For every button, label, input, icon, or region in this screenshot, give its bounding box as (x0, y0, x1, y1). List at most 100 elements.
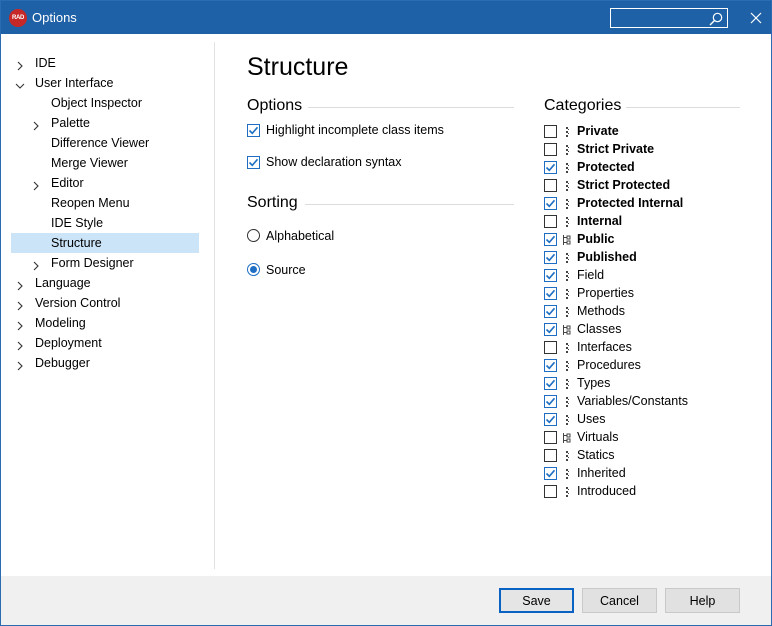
search-icon[interactable] (708, 11, 724, 27)
tree-item-language[interactable]: Language (11, 273, 199, 293)
category-internal[interactable]: Internal (544, 213, 744, 231)
vertical-dots-icon (562, 252, 571, 264)
show-declaration-option[interactable]: Show declaration syntax (247, 155, 507, 173)
chevron-right-icon[interactable] (15, 58, 25, 71)
category-uses[interactable]: Uses (544, 411, 744, 429)
chevron-right-icon[interactable] (15, 338, 25, 351)
tree-item-object-inspector[interactable]: Object Inspector (11, 93, 199, 113)
tree-item-label: IDE Style (51, 216, 104, 230)
category-checkbox[interactable] (544, 233, 557, 246)
tree-item-modeling[interactable]: Modeling (11, 313, 199, 333)
category-virtuals[interactable]: Virtuals (544, 429, 744, 447)
category-checkbox[interactable] (544, 395, 557, 408)
help-button[interactable]: Help (665, 588, 740, 613)
category-methods[interactable]: Methods (544, 303, 744, 321)
sort-source-option[interactable]: Source (247, 263, 447, 281)
highlight-incomplete-checkbox[interactable] (247, 124, 260, 137)
sorting-heading-rule (305, 204, 514, 205)
category-label: Classes (577, 322, 622, 336)
category-procedures[interactable]: Procedures (544, 357, 744, 375)
category-variables-constants[interactable]: Variables/Constants (544, 393, 744, 411)
tree-item-user-interface[interactable]: User Interface (11, 73, 199, 93)
tree-item-merge-viewer[interactable]: Merge Viewer (11, 153, 199, 173)
category-public[interactable]: Public (544, 231, 744, 249)
tree-item-editor[interactable]: Editor (11, 173, 199, 193)
chevron-right-icon[interactable] (31, 118, 41, 131)
tree-item-label: IDE (35, 56, 56, 70)
highlight-incomplete-option[interactable]: Highlight incomplete class items (247, 123, 507, 141)
category-checkbox[interactable] (544, 305, 557, 318)
chevron-down-icon[interactable] (15, 78, 25, 89)
category-checkbox[interactable] (544, 431, 557, 444)
category-label: Strict Protected (577, 178, 671, 192)
category-checkbox[interactable] (544, 161, 557, 174)
category-checkbox[interactable] (544, 197, 557, 210)
category-checkbox[interactable] (544, 251, 557, 264)
cancel-button[interactable]: Cancel (582, 588, 657, 613)
category-interfaces[interactable]: Interfaces (544, 339, 744, 357)
chevron-right-icon[interactable] (15, 278, 25, 291)
options-tree[interactable]: IDE User Interface Object Inspector Palette… (11, 53, 211, 373)
sort-alphabetical-option[interactable]: Alphabetical (247, 229, 447, 247)
category-checkbox[interactable] (544, 179, 557, 192)
source-radio[interactable] (247, 263, 260, 276)
checkmark-icon (545, 253, 556, 262)
alphabetical-radio[interactable] (247, 229, 260, 242)
chevron-right-icon[interactable] (31, 258, 41, 271)
category-introduced[interactable]: Introduced (544, 483, 744, 501)
tree-item-ide[interactable]: IDE (11, 53, 199, 73)
tree-item-label: Palette (51, 116, 90, 130)
category-strict-private[interactable]: Strict Private (544, 141, 744, 159)
tree-item-form-designer[interactable]: Form Designer (11, 253, 199, 273)
tree-item-deployment[interactable]: Deployment (11, 333, 199, 353)
tree-item-debugger[interactable]: Debugger (11, 353, 199, 373)
category-checkbox[interactable] (544, 269, 557, 282)
category-checkbox[interactable] (544, 323, 557, 336)
category-checkbox[interactable] (544, 287, 557, 300)
tree-item-structure[interactable]: Structure (11, 233, 199, 253)
close-icon[interactable] (745, 8, 767, 28)
tree-item-label: Form Designer (51, 256, 134, 270)
category-inherited[interactable]: Inherited (544, 465, 744, 483)
category-checkbox[interactable] (544, 413, 557, 426)
tree-item-label: Version Control (35, 296, 121, 310)
tree-item-label: User Interface (35, 76, 114, 90)
category-types[interactable]: Types (544, 375, 744, 393)
tree-item-version-control[interactable]: Version Control (11, 293, 199, 313)
category-checkbox[interactable] (544, 341, 557, 354)
category-checkbox[interactable] (544, 377, 557, 390)
options-search-box[interactable] (610, 8, 728, 28)
category-checkbox[interactable] (544, 125, 557, 138)
vertical-dots-icon (562, 396, 571, 408)
category-published[interactable]: Published (544, 249, 744, 267)
tree-item-ide-style[interactable]: IDE Style (11, 213, 199, 233)
category-strict-protected[interactable]: Strict Protected (544, 177, 744, 195)
category-checkbox[interactable] (544, 485, 557, 498)
category-checkbox[interactable] (544, 449, 557, 462)
show-declaration-checkbox[interactable] (247, 156, 260, 169)
category-properties[interactable]: Properties (544, 285, 744, 303)
vertical-dots-icon (562, 198, 571, 210)
category-checkbox[interactable] (544, 359, 557, 372)
category-private[interactable]: Private (544, 123, 744, 141)
vertical-dots-icon (562, 126, 571, 138)
category-checkbox[interactable] (544, 215, 557, 228)
tree-item-reopen-menu[interactable]: Reopen Menu (11, 193, 199, 213)
title-bar[interactable]: RAD Options (1, 1, 771, 34)
category-field[interactable]: Field (544, 267, 744, 285)
category-statics[interactable]: Statics (544, 447, 744, 465)
vertical-dots-icon (562, 144, 571, 156)
tree-item-difference-viewer[interactable]: Difference Viewer (11, 133, 199, 153)
chevron-right-icon[interactable] (15, 358, 25, 371)
tree-item-palette[interactable]: Palette (11, 113, 199, 133)
chevron-right-icon[interactable] (31, 178, 41, 191)
category-checkbox[interactable] (544, 467, 557, 480)
category-protected-internal[interactable]: Protected Internal (544, 195, 744, 213)
options-search-input[interactable] (613, 10, 705, 26)
category-protected[interactable]: Protected (544, 159, 744, 177)
category-classes[interactable]: Classes (544, 321, 744, 339)
save-button[interactable]: Save (499, 588, 574, 613)
category-checkbox[interactable] (544, 143, 557, 156)
chevron-right-icon[interactable] (15, 298, 25, 311)
chevron-right-icon[interactable] (15, 318, 25, 331)
